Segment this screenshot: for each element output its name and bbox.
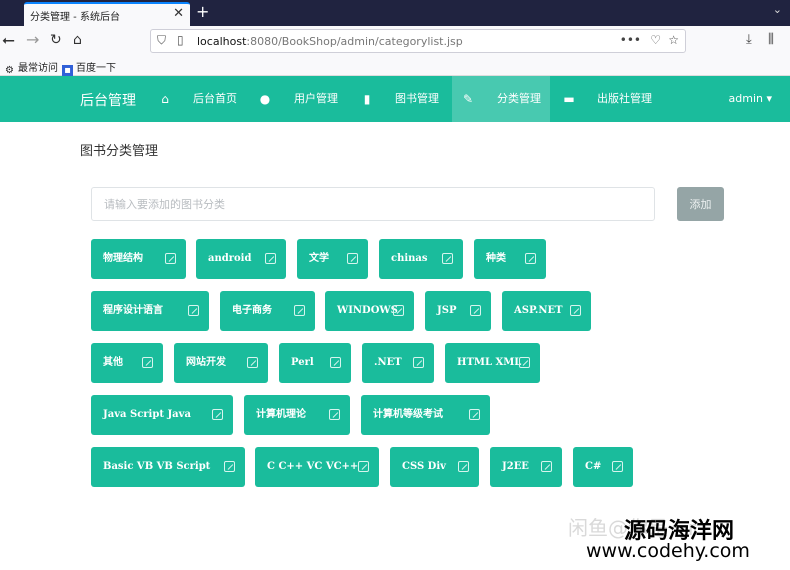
edit-icon[interactable] xyxy=(470,305,481,316)
category-item[interactable]: 程序设计语言 xyxy=(91,291,209,331)
category-item[interactable]: Basic VB VB Script xyxy=(91,447,245,487)
edit-icon[interactable] xyxy=(570,305,581,316)
pin-icon: ✎ xyxy=(462,92,474,106)
home-icon: ⌂ xyxy=(161,92,169,106)
home-browser-icon[interactable]: ⌂ xyxy=(73,30,82,50)
edit-icon[interactable] xyxy=(265,253,276,264)
edit-icon[interactable] xyxy=(612,461,623,472)
category-item[interactable]: chinas xyxy=(379,239,463,279)
edit-icon[interactable] xyxy=(469,409,480,420)
brand-title[interactable]: 后台管理 xyxy=(80,90,136,110)
edit-icon[interactable] xyxy=(247,357,258,368)
edit-icon[interactable] xyxy=(442,253,453,264)
category-item[interactable]: HTML XML xyxy=(445,343,540,383)
browser-tab[interactable]: 分类管理 - 系统后台 ✕ xyxy=(24,2,190,26)
bookmarks-bar: ⚙ 最常访问 ▪ 百度一下 xyxy=(0,56,790,76)
edit-icon[interactable] xyxy=(458,461,469,472)
edit-icon[interactable] xyxy=(413,357,424,368)
browser-tab-bar: 分类管理 - 系统后台 ✕ + ⌄ xyxy=(0,0,790,26)
page-info-icon[interactable]: ▯ xyxy=(177,33,184,47)
add-category-button[interactable]: 添加 xyxy=(677,187,724,221)
nav-categories[interactable]: ✎ 分类管理 xyxy=(452,76,550,122)
url-text[interactable]: localhost:8080/BookShop/admin/categoryli… xyxy=(197,35,463,48)
category-item[interactable]: JSP xyxy=(425,291,491,331)
bookmark-baidu[interactable]: ▪ 百度一下 xyxy=(62,59,116,76)
nav-users[interactable]: ● 用户管理 xyxy=(252,76,344,122)
reload-icon[interactable]: ↻ xyxy=(50,30,62,50)
category-item[interactable]: .NET xyxy=(362,343,434,383)
baidu-icon: ▪ xyxy=(62,65,73,76)
category-item[interactable]: J2EE xyxy=(490,447,562,487)
category-item[interactable]: Perl xyxy=(279,343,351,383)
gear-icon: ⚙ xyxy=(5,65,14,76)
close-tab-icon[interactable]: ✕ xyxy=(173,6,184,21)
category-item[interactable]: 文学 xyxy=(297,239,368,279)
edit-icon[interactable] xyxy=(224,461,235,472)
nav-publishers[interactable]: ▬ 出版社管理 xyxy=(556,76,666,122)
category-item[interactable]: 物理结构 xyxy=(91,239,186,279)
tab-title: 分类管理 - 系统后台 xyxy=(30,12,120,23)
category-item[interactable]: 种类 xyxy=(474,239,546,279)
app-header: 后台管理 ⌂ 后台首页 ● 用户管理 ▮ 图书管理 ✎ 分类管理 ▬ 出版社管理… xyxy=(0,76,790,122)
category-item[interactable]: C# xyxy=(573,447,633,487)
shield-icon[interactable]: ⛉ xyxy=(157,33,166,48)
edit-icon[interactable] xyxy=(165,253,176,264)
download-icon[interactable]: ⤓ xyxy=(746,32,752,47)
briefcase-icon: ▬ xyxy=(563,92,575,106)
user-menu[interactable]: admin ▾ xyxy=(729,76,772,122)
edit-icon[interactable] xyxy=(329,409,340,420)
edit-icon[interactable] xyxy=(519,357,530,368)
category-item[interactable]: C C++ VC VC++ xyxy=(255,447,379,487)
category-item[interactable]: android xyxy=(196,239,286,279)
book-icon: ▮ xyxy=(363,92,371,106)
edit-icon[interactable] xyxy=(212,409,223,420)
edit-icon[interactable] xyxy=(541,461,552,472)
category-item[interactable]: 其他 xyxy=(91,343,163,383)
back-icon[interactable]: ⭠ xyxy=(2,30,15,50)
nav-books[interactable]: ▮ 图书管理 xyxy=(354,76,448,122)
forward-icon[interactable]: → xyxy=(26,30,39,50)
category-item[interactable]: CSS Div xyxy=(390,447,479,487)
edit-icon[interactable] xyxy=(142,357,153,368)
category-item[interactable]: 电子商务 xyxy=(220,291,315,331)
edit-icon[interactable] xyxy=(358,461,369,472)
more-actions-icon[interactable]: ••• xyxy=(620,33,641,47)
edit-icon[interactable] xyxy=(393,305,404,316)
window-menu-icon[interactable]: ⌄ xyxy=(773,3,782,16)
bookmark-star-icon[interactable]: ☆ xyxy=(668,33,679,47)
user-icon: ● xyxy=(259,92,271,106)
category-item[interactable]: Java Script Java xyxy=(91,395,233,435)
page-title: 图书分类管理 xyxy=(80,144,159,159)
edit-icon[interactable] xyxy=(525,253,536,264)
category-item[interactable]: 计算机等级考试 xyxy=(361,395,490,435)
category-item[interactable]: WINDOWS xyxy=(325,291,414,331)
nav-home[interactable]: ⌂ 后台首页 xyxy=(152,76,244,122)
pocket-icon[interactable]: ♡ xyxy=(650,33,661,47)
edit-icon[interactable] xyxy=(330,357,341,368)
library-icon[interactable]: ⫼ xyxy=(768,32,774,47)
edit-icon[interactable] xyxy=(347,253,358,264)
new-tab-button[interactable]: + xyxy=(196,2,209,21)
url-bar[interactable]: ⛉ ▯ localhost:8080/BookShop/admin/catego… xyxy=(150,29,686,53)
category-input[interactable] xyxy=(91,187,655,221)
edit-icon[interactable] xyxy=(294,305,305,316)
browser-nav-bar: ⭠ → ↻ ⌂ ⛉ ▯ localhost:8080/BookShop/admi… xyxy=(0,26,790,56)
watermark-url: www.codehy.com xyxy=(586,540,750,562)
category-item[interactable]: ASP.NET xyxy=(502,291,591,331)
bookmark-most-visited[interactable]: ⚙ 最常访问 xyxy=(4,59,58,76)
category-item[interactable]: 网站开发 xyxy=(174,343,268,383)
category-item[interactable]: 计算机理论 xyxy=(244,395,350,435)
edit-icon[interactable] xyxy=(188,305,199,316)
